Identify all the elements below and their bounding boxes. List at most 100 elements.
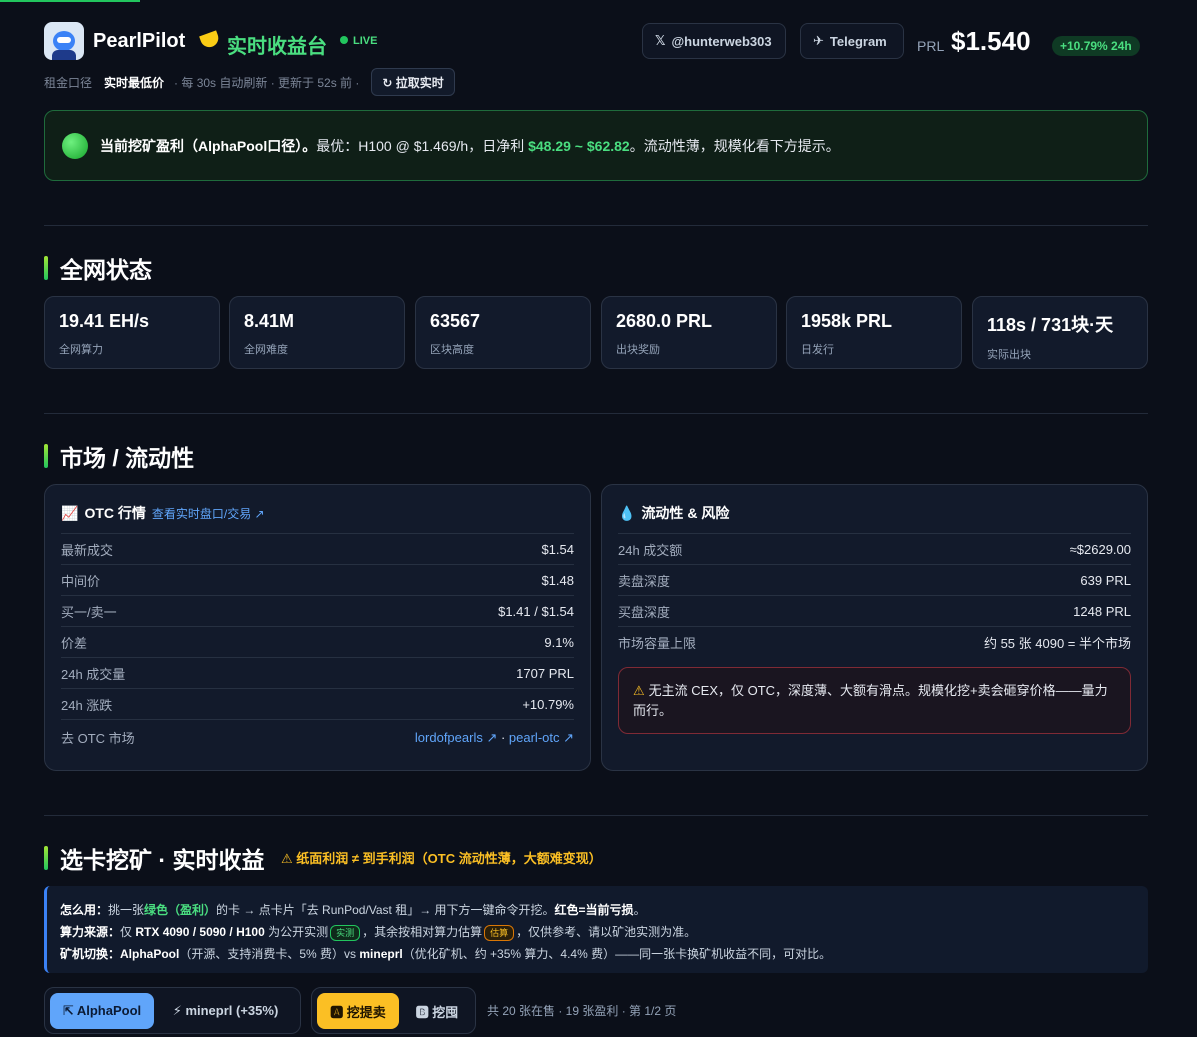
otc-market-links: lordofpearls ↗ · pearl-otc ↗ (415, 730, 574, 746)
status-subbar: 租金口径 实时最低价 · 每 30s 自动刷新 · 更新于 52s 前 · ↻ … (44, 68, 644, 96)
estimated-tag: 估算 (484, 925, 515, 941)
otc-panel: 📈 OTC 行情 查看实时盘口/交易 ↗ 最新成交 $1.54 中间价 $1.48 … (44, 484, 591, 771)
green-circle-icon (62, 132, 88, 159)
liquidity-warning: ⚠ 无主流 CEX，仅 OTC，深度薄、大额有滑点。规模化挖+卖会砸穿价格——量力… (618, 667, 1131, 734)
liquidity-rows: 24h 成交额 ≈$2629.00 卖盘深度 639 PRL 买盘深度 1248 PR… (618, 533, 1131, 657)
network-title-text: 全网状态 (60, 257, 152, 283)
pull-live-button[interactable]: ↻ 拉取实时 (371, 68, 455, 96)
guide-pool-name: AlphaPool (120, 947, 180, 961)
strategy-switch: 🅰 挖提卖 🅱 挖囤 (311, 987, 476, 1034)
guide-card-list: RTX 4090 / 5090 / H100 (135, 925, 265, 939)
stat-value: 8.41M (244, 311, 295, 331)
warning-icon: ⚠ (633, 683, 645, 698)
row-value: $1.41 / $1.54 (498, 603, 574, 619)
liquidity-warning-text: 无主流 CEX，仅 OTC，深度薄、大额有滑点。规模化挖+卖会砸穿价格——量力而… (633, 683, 1108, 718)
telegram-plane-icon: ✈ (813, 33, 824, 48)
row-value: 9.1% (544, 634, 574, 650)
row-key: 买盘深度 (618, 604, 671, 620)
page-progress-line (0, 0, 140, 2)
guide-text: 。 (633, 903, 646, 917)
top-header: PearlPilot 实时收益台 LIVE 𝕏 @hunterweb303 ✈ … (44, 22, 1148, 62)
row-key: 卖盘深度 (618, 573, 671, 589)
guide-text: 挑一张 (108, 903, 145, 917)
lordofpearls-link[interactable]: lordofpearls ↗ (415, 730, 497, 745)
refresh-status-text: · 每 30s 自动刷新 · 更新于 52s 前 · (174, 75, 360, 90)
stat-value: 1958k PRL (801, 311, 893, 331)
table-row: 24h 成交额 ≈$2629.00 (618, 533, 1131, 564)
alert-best-offer: 最优：H100 @ $1.469/h，日净利 (316, 137, 529, 154)
alert-lead: 当前挖矿盈利（AlphaPool口径）。 (100, 137, 317, 154)
guide-text: 的卡 → 点卡片「去 RunPod/Vast 租」→ 用下方一键命令开挖。 (216, 903, 555, 917)
live-dot-icon (340, 36, 348, 44)
guide-text: （开源、支持消费卡、5% 费）vs (179, 947, 360, 961)
strategy-mine-sell-button[interactable]: 🅰 挖提卖 (317, 993, 399, 1029)
mode-option-live-lowest[interactable]: 实时最低价 (104, 74, 164, 91)
link-separator: · (497, 729, 509, 745)
mining-title-text: 选卡挖矿 · 实时收益 (60, 847, 265, 873)
prl-price: $1.540 (951, 26, 1031, 56)
row-value: 1707 PRL (516, 665, 574, 681)
row-key: 最新成交 (61, 542, 114, 558)
otc-panel-title: OTC 行情 (84, 505, 146, 521)
row-value: $1.48 (541, 572, 574, 588)
stat-label: 出块奖励 (616, 344, 660, 356)
row-key: 24h 涨跌 (61, 697, 113, 713)
profit-disclaimer-text: 纸面利润 ≠ 到手利润（OTC 流动性薄，大额难变现） (296, 851, 602, 866)
stat-value: 118s / 731块·天 (987, 315, 1114, 335)
guide-green-text: 绿色（盈利） (144, 903, 217, 917)
guide-red-text: 红色=当前亏损 (554, 903, 634, 917)
row-value: 1248 PRL (1073, 603, 1131, 619)
mode-option-rent[interactable]: 租金口径 (44, 74, 92, 91)
stat-label: 区块高度 (430, 344, 474, 356)
liquidity-panel: 💧 流动性 & 风险 24h 成交额 ≈$2629.00 卖盘深度 639 PRL … (601, 484, 1148, 771)
section-divider (44, 413, 1148, 414)
row-key: 价差 (61, 635, 88, 651)
market-title-text: 市场 / 流动性 (60, 445, 195, 471)
row-key: 市场容量上限 (618, 635, 697, 651)
row-key: 买一/卖一 (61, 604, 117, 620)
pool-mineprl-button[interactable]: ⚡ mineprl (+35%) (160, 993, 291, 1029)
network-section-title: 全网状态 (44, 251, 152, 285)
live-indicator: LIVE (340, 35, 377, 47)
pool-alphapool-button[interactable]: ⇱ AlphaPool (50, 993, 154, 1029)
section-accent-bar (44, 846, 48, 870)
row-value: 约 55 张 4090 = 半个市场 (983, 635, 1131, 651)
guide-line-miner-switch: 矿机切换：AlphaPool（开源、支持消费卡、5% 费）vs mineprl（… (60, 943, 1148, 965)
stat-value: 63567 (430, 311, 481, 331)
stat-value: 2680.0 PRL (616, 311, 713, 331)
network-stats: 19.41 EH/s 全网算力 8.41M 全网难度 63567 区块高度 26… (44, 296, 1148, 369)
telegram-label: Telegram (829, 33, 887, 49)
guide-text: ，仅供参考、请以矿池实测为准。 (516, 925, 697, 939)
section-divider (44, 225, 1148, 226)
telegram-link-button[interactable]: ✈ Telegram (800, 23, 904, 59)
chart-up-icon: 📈 (61, 504, 79, 521)
row-value: 639 PRL (1080, 572, 1131, 588)
profit-disclaimer: ⚠ 纸面利润 ≠ 到手利润（OTC 流动性薄，大额难变现） (281, 848, 602, 867)
table-row: 买盘深度 1248 PRL (618, 595, 1131, 626)
otc-market-links-row: 去 OTC 市场 lordofpearls ↗ · pearl-otc ↗ (61, 719, 574, 755)
strategy-mine-hold-button[interactable]: 🅱 挖囤 (404, 993, 470, 1029)
x-handle: @hunterweb303 (671, 33, 772, 49)
stat-label: 全网难度 (244, 344, 288, 356)
table-row: 买一/卖一 $1.41 / $1.54 (61, 595, 574, 626)
mining-section-title: 选卡挖矿 · 实时收益 (44, 841, 264, 875)
section-divider (44, 815, 1148, 816)
guide-label: 怎么用： (60, 903, 109, 917)
row-key: 中间价 (61, 573, 101, 589)
guide-text: ，其余按相对算力估算 (362, 925, 483, 939)
stat-card-block-time: 118s / 731块·天 实际出块 (972, 296, 1148, 369)
alert-daily-profit-range: $48.29 ~ $62.82 (528, 137, 630, 154)
table-row: 卖盘深度 639 PRL (618, 564, 1131, 595)
x-link-button[interactable]: 𝕏 @hunterweb303 (642, 23, 786, 59)
row-value: $1.54 (541, 541, 574, 557)
brand-name[interactable]: PearlPilot (93, 30, 185, 53)
view-orderbook-link[interactable]: 查看实时盘口/交易 ↗ (152, 505, 265, 522)
otc-rows: 最新成交 $1.54 中间价 $1.48 买一/卖一 $1.41 / $1.54 价差… (61, 533, 574, 755)
row-key: 去 OTC 市场 (61, 731, 135, 746)
alert-tail: 。流动性薄，规模化看下方提示。 (629, 137, 840, 154)
stat-label: 全网算力 (59, 344, 103, 356)
market-section-title: 市场 / 流动性 (44, 439, 194, 473)
brand-logo[interactable] (44, 22, 84, 60)
pearl-otc-link[interactable]: pearl-otc ↗ (509, 730, 574, 745)
guide-pool-name: mineprl (359, 947, 403, 961)
